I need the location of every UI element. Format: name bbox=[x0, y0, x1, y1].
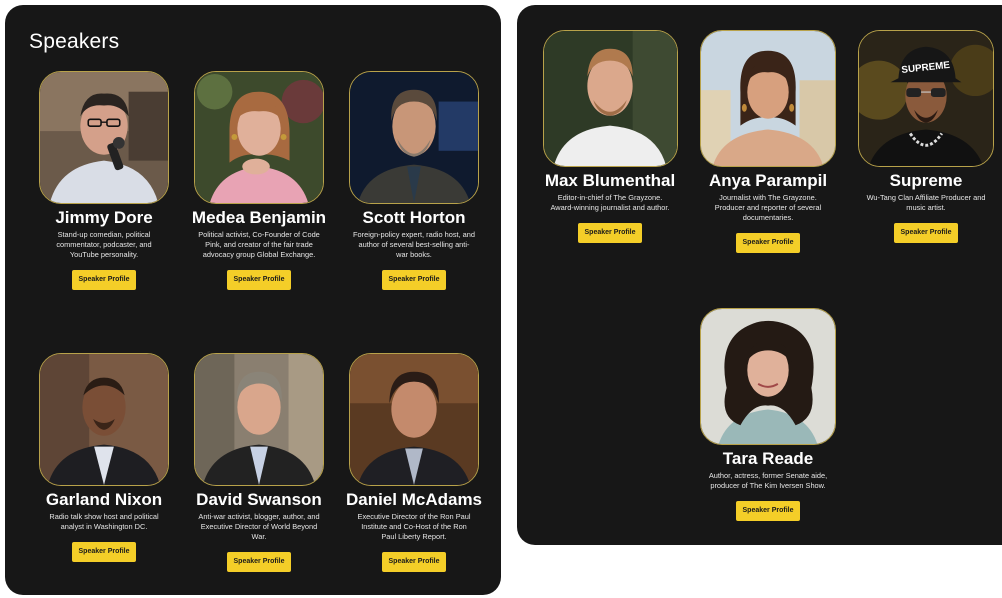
portrait-image bbox=[543, 31, 677, 166]
speaker-profile-button[interactable]: Speaker Profile bbox=[382, 270, 446, 290]
speaker-name: Supreme bbox=[889, 171, 963, 190]
speaker-profile-button[interactable]: Speaker Profile bbox=[382, 552, 446, 572]
speaker-card-daniel-mcadams: Daniel McAdams Executive Director of the… bbox=[338, 353, 490, 572]
speaker-description: Stand-up comedian, political commentator… bbox=[56, 230, 152, 259]
portrait-image bbox=[701, 31, 835, 166]
speaker-photo bbox=[349, 353, 479, 486]
speaker-card-garland-nixon: Garland Nixon Radio talk show host and p… bbox=[28, 353, 180, 562]
speaker-card-max-blumenthal: Max Blumenthal Editor-in-chief of The Gr… bbox=[534, 30, 686, 243]
speaker-name: David Swanson bbox=[196, 490, 322, 509]
speaker-description: Political activist, Co-Founder of Code P… bbox=[198, 230, 320, 259]
speaker-photo bbox=[194, 71, 324, 204]
speaker-card-david-swanson: David Swanson Anti-war activist, blogger… bbox=[183, 353, 335, 572]
portrait-image bbox=[40, 354, 168, 485]
speaker-description: Foreign-policy expert, radio host, and a… bbox=[353, 230, 476, 259]
speaker-profile-button[interactable]: Speaker Profile bbox=[736, 233, 800, 253]
speaker-name: Jimmy Dore bbox=[55, 208, 153, 227]
speaker-photo bbox=[39, 353, 169, 486]
speaker-photo bbox=[39, 71, 169, 204]
section-title: Speakers bbox=[29, 30, 120, 53]
portrait-image bbox=[195, 72, 323, 203]
speaker-card-anya-parampil: Anya Parampil Journalist with The Grayzo… bbox=[692, 30, 844, 253]
speaker-photo bbox=[700, 30, 836, 167]
speaker-card-supreme: SUPREME Supreme Wu-Tang Clan Affiliate P… bbox=[850, 30, 1002, 243]
speaker-name: Anya Parampil bbox=[708, 171, 828, 190]
portrait-image: SUPREME bbox=[859, 31, 993, 166]
speaker-profile-button[interactable]: Speaker Profile bbox=[736, 501, 800, 521]
speaker-profile-button[interactable]: Speaker Profile bbox=[227, 270, 291, 290]
speaker-profile-button[interactable]: Speaker Profile bbox=[227, 552, 291, 572]
speaker-photo bbox=[700, 308, 836, 445]
speaker-photo bbox=[194, 353, 324, 486]
portrait-image bbox=[701, 309, 835, 444]
speaker-name: Max Blumenthal bbox=[544, 171, 676, 190]
speaker-card-scott-horton: Scott Horton Foreign-policy expert, radi… bbox=[338, 71, 490, 290]
speaker-description: Author, actress, former Senate aide, pro… bbox=[708, 471, 828, 490]
speaker-photo: SUPREME bbox=[858, 30, 994, 167]
portrait-image bbox=[195, 354, 323, 485]
speaker-card-tara-reade: Tara Reade Author, actress, former Senat… bbox=[692, 308, 844, 521]
speaker-photo bbox=[542, 30, 678, 167]
speaker-profile-button[interactable]: Speaker Profile bbox=[72, 270, 136, 290]
portrait-image bbox=[40, 72, 168, 203]
speaker-card-jimmy-dore: Jimmy Dore Stand-up comedian, political … bbox=[28, 71, 180, 290]
speaker-description: Radio talk show host and political analy… bbox=[49, 512, 159, 531]
speaker-profile-button[interactable]: Speaker Profile bbox=[578, 223, 642, 243]
speaker-description: Editor-in-chief of The Grayzone. Award-w… bbox=[550, 193, 670, 212]
speaker-name: Scott Horton bbox=[362, 208, 466, 227]
speaker-description: Anti-war activist, blogger, author, and … bbox=[198, 512, 320, 541]
speaker-description: Wu-Tang Clan Affiliate Producer and musi… bbox=[866, 193, 986, 212]
speaker-profile-button[interactable]: Speaker Profile bbox=[894, 223, 958, 243]
portrait-image bbox=[350, 72, 478, 203]
speaker-name: Medea Benjamin bbox=[191, 208, 327, 227]
speaker-name: Tara Reade bbox=[722, 449, 814, 468]
speaker-name: Garland Nixon bbox=[45, 490, 163, 509]
speaker-card-medea-benjamin: Medea Benjamin Political activist, Co-Fo… bbox=[183, 71, 335, 290]
speaker-description: Journalist with The Grayzone. Producer a… bbox=[714, 193, 822, 222]
speaker-name: Daniel McAdams bbox=[345, 490, 483, 509]
speaker-description: Executive Director of the Ron Paul Insti… bbox=[357, 512, 471, 541]
portrait-image bbox=[350, 354, 478, 485]
speaker-profile-button[interactable]: Speaker Profile bbox=[72, 542, 136, 562]
speaker-photo bbox=[349, 71, 479, 204]
